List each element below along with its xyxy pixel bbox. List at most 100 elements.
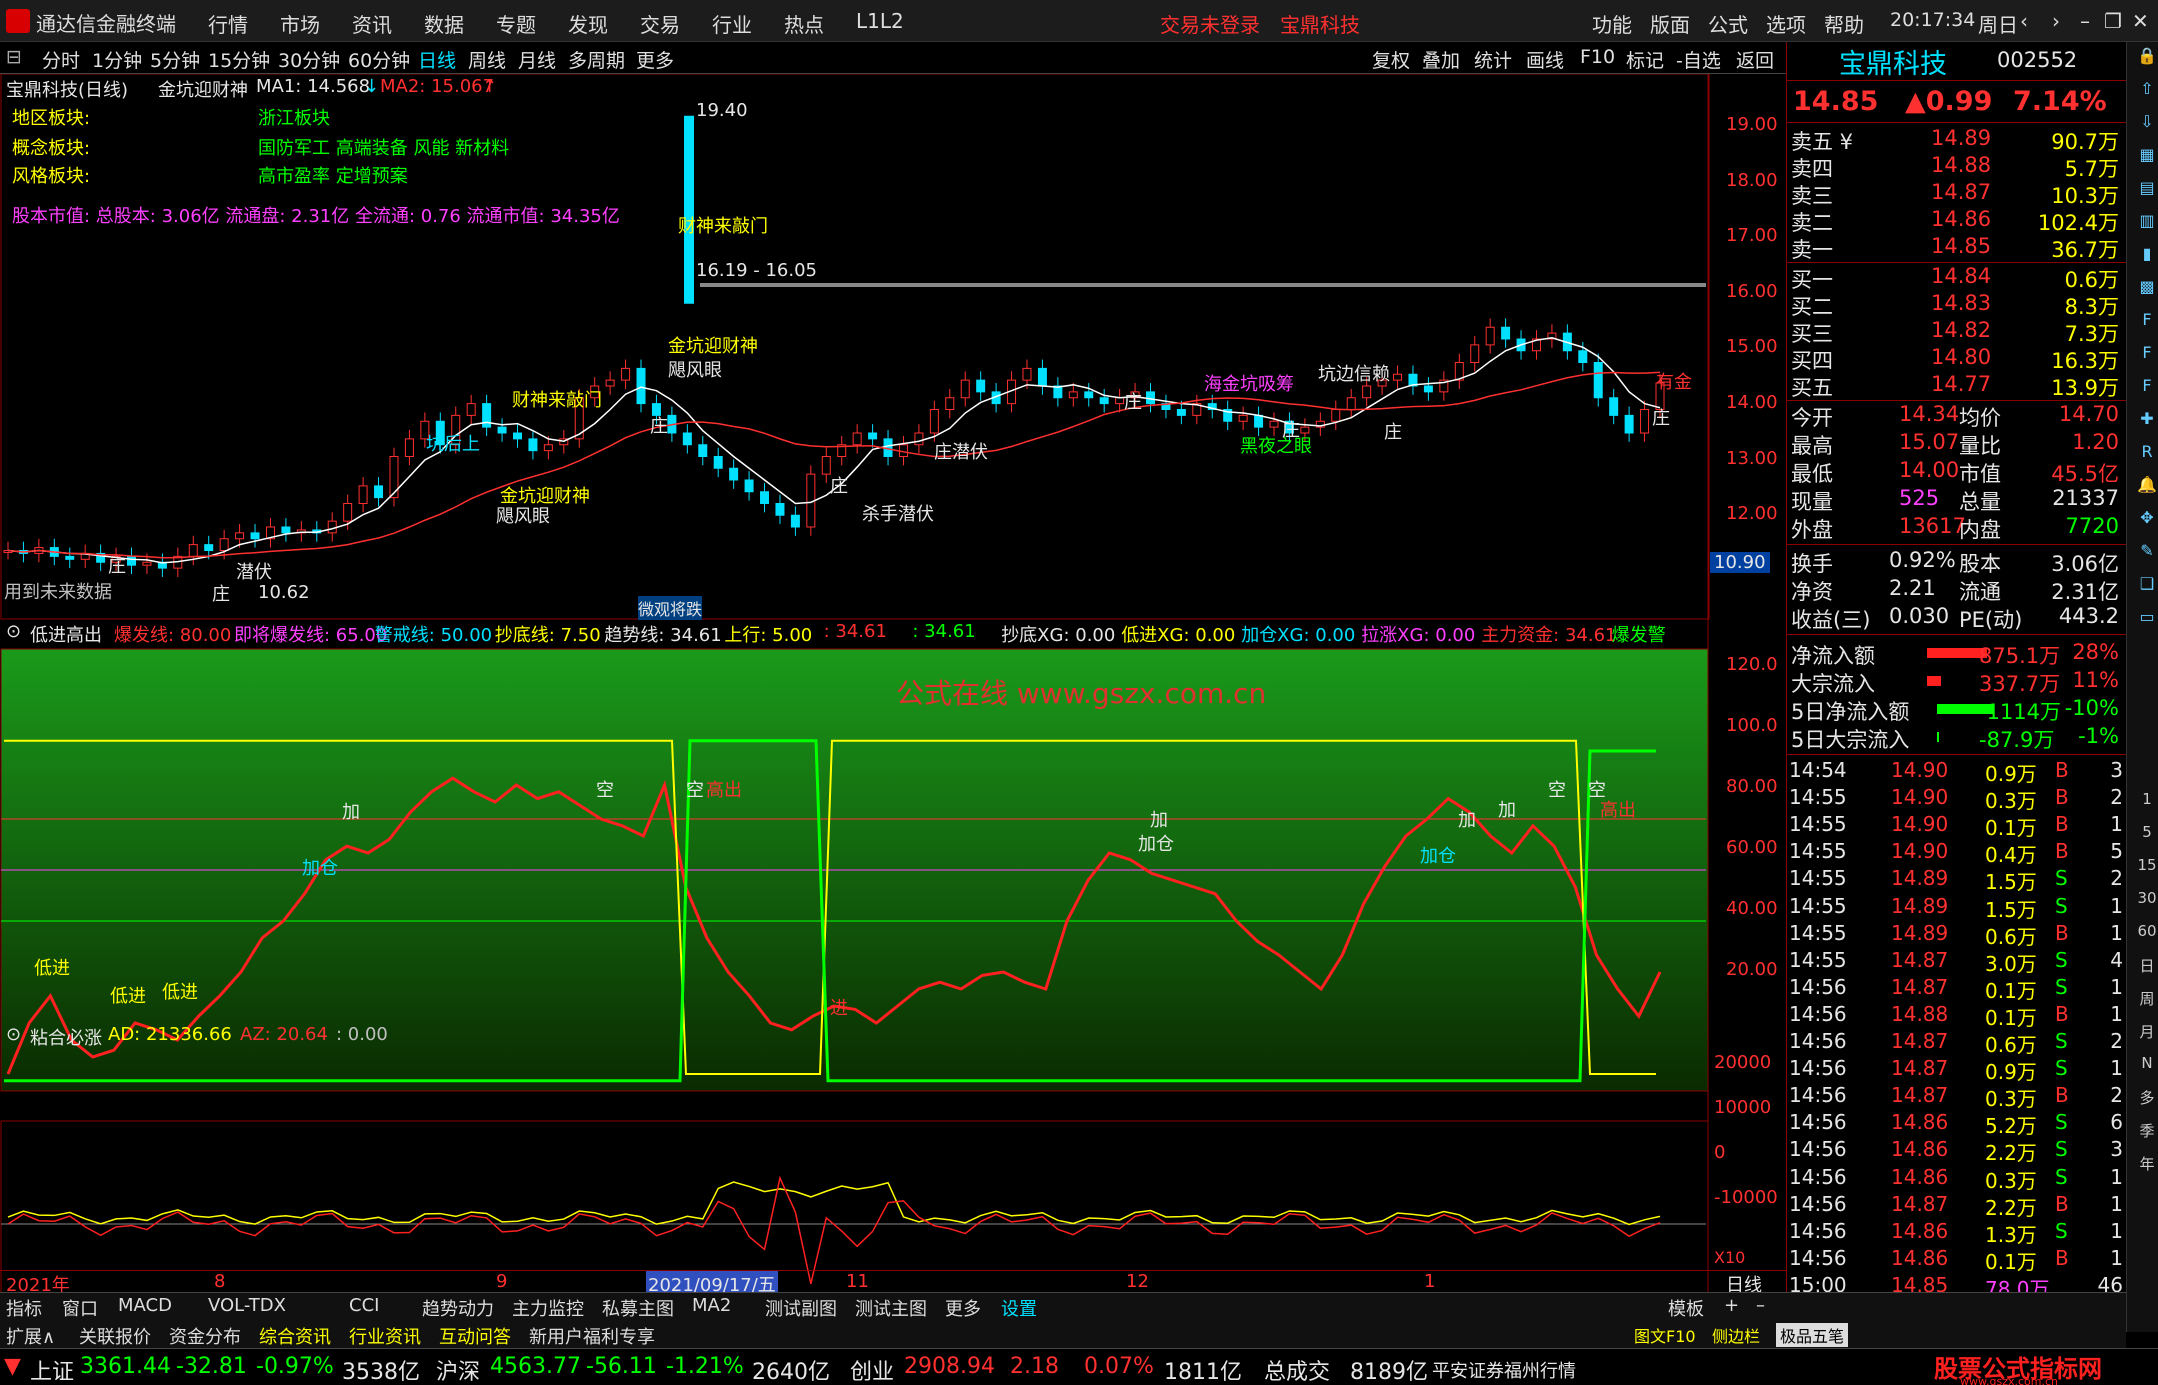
bottom-tab[interactable]: 测试副图 bbox=[765, 1295, 837, 1321]
doc-icon[interactable]: ▭ bbox=[2135, 607, 2158, 631]
ind1-name[interactable]: 低进高出 bbox=[30, 621, 102, 647]
chart-icon[interactable]: ▦ bbox=[2135, 145, 2158, 169]
btn-zixuan[interactable]: -自选 bbox=[1676, 46, 1721, 73]
tick-row[interactable]: 14:55 14.87 3.0万 S 4 bbox=[1787, 948, 2127, 976]
bottom-tab[interactable]: MACD bbox=[118, 1295, 172, 1316]
bottom-link[interactable]: 扩展∧ bbox=[6, 1323, 55, 1349]
period-side-btn[interactable]: 30 bbox=[2135, 889, 2158, 913]
period-side-btn[interactable]: 周 bbox=[2135, 988, 2158, 1012]
bottom-link[interactable]: 新用户福利专享 bbox=[529, 1323, 655, 1349]
tick-row[interactable]: 14:54 14.90 0.9万 B 3 bbox=[1787, 758, 2127, 786]
period-1min[interactable]: 1分钟 bbox=[92, 46, 142, 73]
period-side-btn[interactable]: N bbox=[2135, 1054, 2158, 1078]
sell-row[interactable]: 卖五 ¥ 14.89 90.7万 bbox=[1787, 126, 2127, 154]
period-60min[interactable]: 60分钟 bbox=[348, 46, 410, 73]
f10-icon[interactable]: F bbox=[2135, 310, 2158, 334]
tick-row[interactable]: 14:55 14.89 0.6万 B 1 bbox=[1787, 921, 2127, 949]
bottom-tab[interactable]: 趋势动力 bbox=[422, 1295, 494, 1321]
period-fenshi[interactable]: 分时 bbox=[42, 46, 80, 73]
btn-f10[interactable]: F10 bbox=[1580, 46, 1615, 68]
bottom-tab[interactable]: 私募主图 bbox=[602, 1295, 674, 1321]
period-daily[interactable]: 日线 bbox=[418, 46, 456, 73]
bottom-tab[interactable]: 指标 bbox=[6, 1295, 42, 1321]
tick-row[interactable]: 14:56 14.87 0.1万 S 1 bbox=[1787, 975, 2127, 1003]
period-monthly[interactable]: 月线 bbox=[518, 46, 556, 73]
period-side-btn[interactable]: 日 bbox=[2135, 955, 2158, 979]
bar-icon[interactable]: ▥ bbox=[2135, 211, 2158, 235]
tool-icon[interactable]: ✚ bbox=[2135, 409, 2158, 433]
trade-login-status[interactable]: 交易未登录 bbox=[1160, 9, 1260, 38]
bottom-tab[interactable]: 测试主图 bbox=[855, 1295, 927, 1321]
tick-row[interactable]: 14:56 14.87 0.6万 S 2 bbox=[1787, 1029, 2127, 1057]
tick-row[interactable]: 14:56 14.88 0.1万 B 1 bbox=[1787, 1002, 2127, 1030]
bottom-tab[interactable]: VOL-TDX bbox=[208, 1295, 286, 1316]
period-30min[interactable]: 30分钟 bbox=[278, 46, 340, 73]
menu-item-l1l2[interactable]: L1L2 bbox=[856, 9, 904, 33]
tick-row[interactable]: 14:56 14.86 5.2万 S 6 bbox=[1787, 1110, 2127, 1138]
menu-item-faxian[interactable]: 发现 bbox=[568, 9, 608, 38]
menu-item-hangye[interactable]: 行业 bbox=[712, 9, 752, 38]
bottom-tab[interactable]: 主力监控 bbox=[512, 1295, 584, 1321]
f2-icon[interactable]: F bbox=[2135, 343, 2158, 367]
bottom-tab[interactable]: CCI bbox=[349, 1295, 379, 1316]
down-arrow-icon[interactable]: ⇩ bbox=[2135, 112, 2158, 136]
period-side-btn[interactable]: 多 bbox=[2135, 1087, 2158, 1111]
btn-sidebar[interactable]: 侧边栏 bbox=[1712, 1323, 1760, 1347]
period-15min[interactable]: 15分钟 bbox=[208, 46, 270, 73]
period-weekly[interactable]: 周线 bbox=[468, 46, 506, 73]
bell-icon[interactable]: 🔔 bbox=[2135, 475, 2158, 499]
period-side-btn[interactable]: 月 bbox=[2135, 1021, 2158, 1045]
btn-tongji[interactable]: 统计 bbox=[1474, 46, 1512, 73]
tick-row[interactable]: 14:56 14.87 0.9万 S 1 bbox=[1787, 1056, 2127, 1084]
formula-name[interactable]: 金坑迎财神 bbox=[158, 76, 248, 102]
menu-item-gongshi[interactable]: 公式 bbox=[1708, 9, 1748, 38]
sell-row[interactable]: 卖三 14.87 10.3万 bbox=[1787, 180, 2127, 208]
restore-icon[interactable]: ❐ bbox=[2104, 9, 2122, 33]
period-side-btn[interactable]: 1 bbox=[2135, 790, 2158, 814]
f3-icon[interactable]: F bbox=[2135, 376, 2158, 400]
sell-row[interactable]: 卖一 14.85 36.7万 bbox=[1787, 234, 2127, 262]
menu-item-shuju[interactable]: 数据 bbox=[424, 9, 464, 38]
tick-row[interactable]: 14:56 14.86 0.1万 B 1 bbox=[1787, 1246, 2127, 1274]
bottom-tab[interactable]: 窗口 bbox=[62, 1295, 98, 1321]
menu-item-shichang[interactable]: 市场 bbox=[280, 9, 320, 38]
tick-row[interactable]: 14:56 14.86 0.3万 S 1 bbox=[1787, 1165, 2127, 1193]
up-arrow-icon[interactable]: ⇧ bbox=[2135, 79, 2158, 103]
bottom-tab[interactable]: MA2 bbox=[692, 1295, 731, 1316]
btn-f10-graphic[interactable]: 图文F10 bbox=[1634, 1323, 1696, 1347]
collapse-icon[interactable]: ⊟ bbox=[6, 46, 22, 68]
buy-row[interactable]: 买四 14.80 16.3万 bbox=[1787, 345, 2127, 373]
menu-item-bangzhu[interactable]: 帮助 bbox=[1824, 9, 1864, 38]
back-icon[interactable]: ‹ bbox=[2020, 9, 2028, 33]
menu-item-xuanxiang[interactable]: 选项 bbox=[1766, 9, 1806, 38]
cy-label[interactable]: 创业 bbox=[850, 1354, 894, 1385]
period-more[interactable]: 更多 bbox=[636, 46, 674, 73]
menu-item-redian[interactable]: 热点 bbox=[784, 9, 824, 38]
tick-row[interactable]: 14:56 14.86 1.3万 S 1 bbox=[1787, 1219, 2127, 1247]
minimize-icon[interactable]: – bbox=[2080, 9, 2090, 33]
sh-label[interactable]: 上证 bbox=[30, 1354, 74, 1385]
buy-row[interactable]: 买三 14.82 7.3万 bbox=[1787, 318, 2127, 346]
sell-row[interactable]: 卖四 14.88 5.7万 bbox=[1787, 153, 2127, 181]
buy-row[interactable]: 买一 14.84 0.6万 bbox=[1787, 264, 2127, 292]
menu-item-gongneng[interactable]: 功能 bbox=[1592, 9, 1632, 38]
bottom-link[interactable]: 关联报价 bbox=[79, 1323, 151, 1349]
tick-row[interactable]: 14:56 14.86 2.2万 S 3 bbox=[1787, 1137, 2127, 1165]
ind2-collapse-icon[interactable]: ⊙ bbox=[6, 1024, 21, 1045]
period-side-btn[interactable]: 季 bbox=[2135, 1120, 2158, 1144]
tick-row[interactable]: 14:56 14.87 2.2万 B 1 bbox=[1787, 1192, 2127, 1220]
tick-row[interactable]: 14:55 14.89 1.5万 S 1 bbox=[1787, 894, 2127, 922]
ind2-name[interactable]: 粘合必涨 bbox=[30, 1024, 102, 1050]
tick-row[interactable]: 14:55 14.90 0.1万 B 1 bbox=[1787, 812, 2127, 840]
hs-label[interactable]: 沪深 bbox=[436, 1354, 480, 1385]
chart-area[interactable] bbox=[0, 74, 1786, 1292]
ime-indicator[interactable]: 极品五笔 bbox=[1776, 1323, 1849, 1347]
buy-row[interactable]: 买二 14.83 8.3万 bbox=[1787, 291, 2127, 319]
btn-diejia[interactable]: 叠加 bbox=[1422, 46, 1460, 73]
menu-item-zhuanti[interactable]: 专题 bbox=[496, 9, 536, 38]
btn-biaoji[interactable]: 标记 bbox=[1626, 46, 1664, 73]
layer-icon[interactable]: ❑ bbox=[2135, 574, 2158, 598]
btn-add[interactable]: + bbox=[1724, 1295, 1739, 1316]
btn-huaxian[interactable]: 画线 bbox=[1526, 46, 1564, 73]
period-5min[interactable]: 5分钟 bbox=[150, 46, 200, 73]
